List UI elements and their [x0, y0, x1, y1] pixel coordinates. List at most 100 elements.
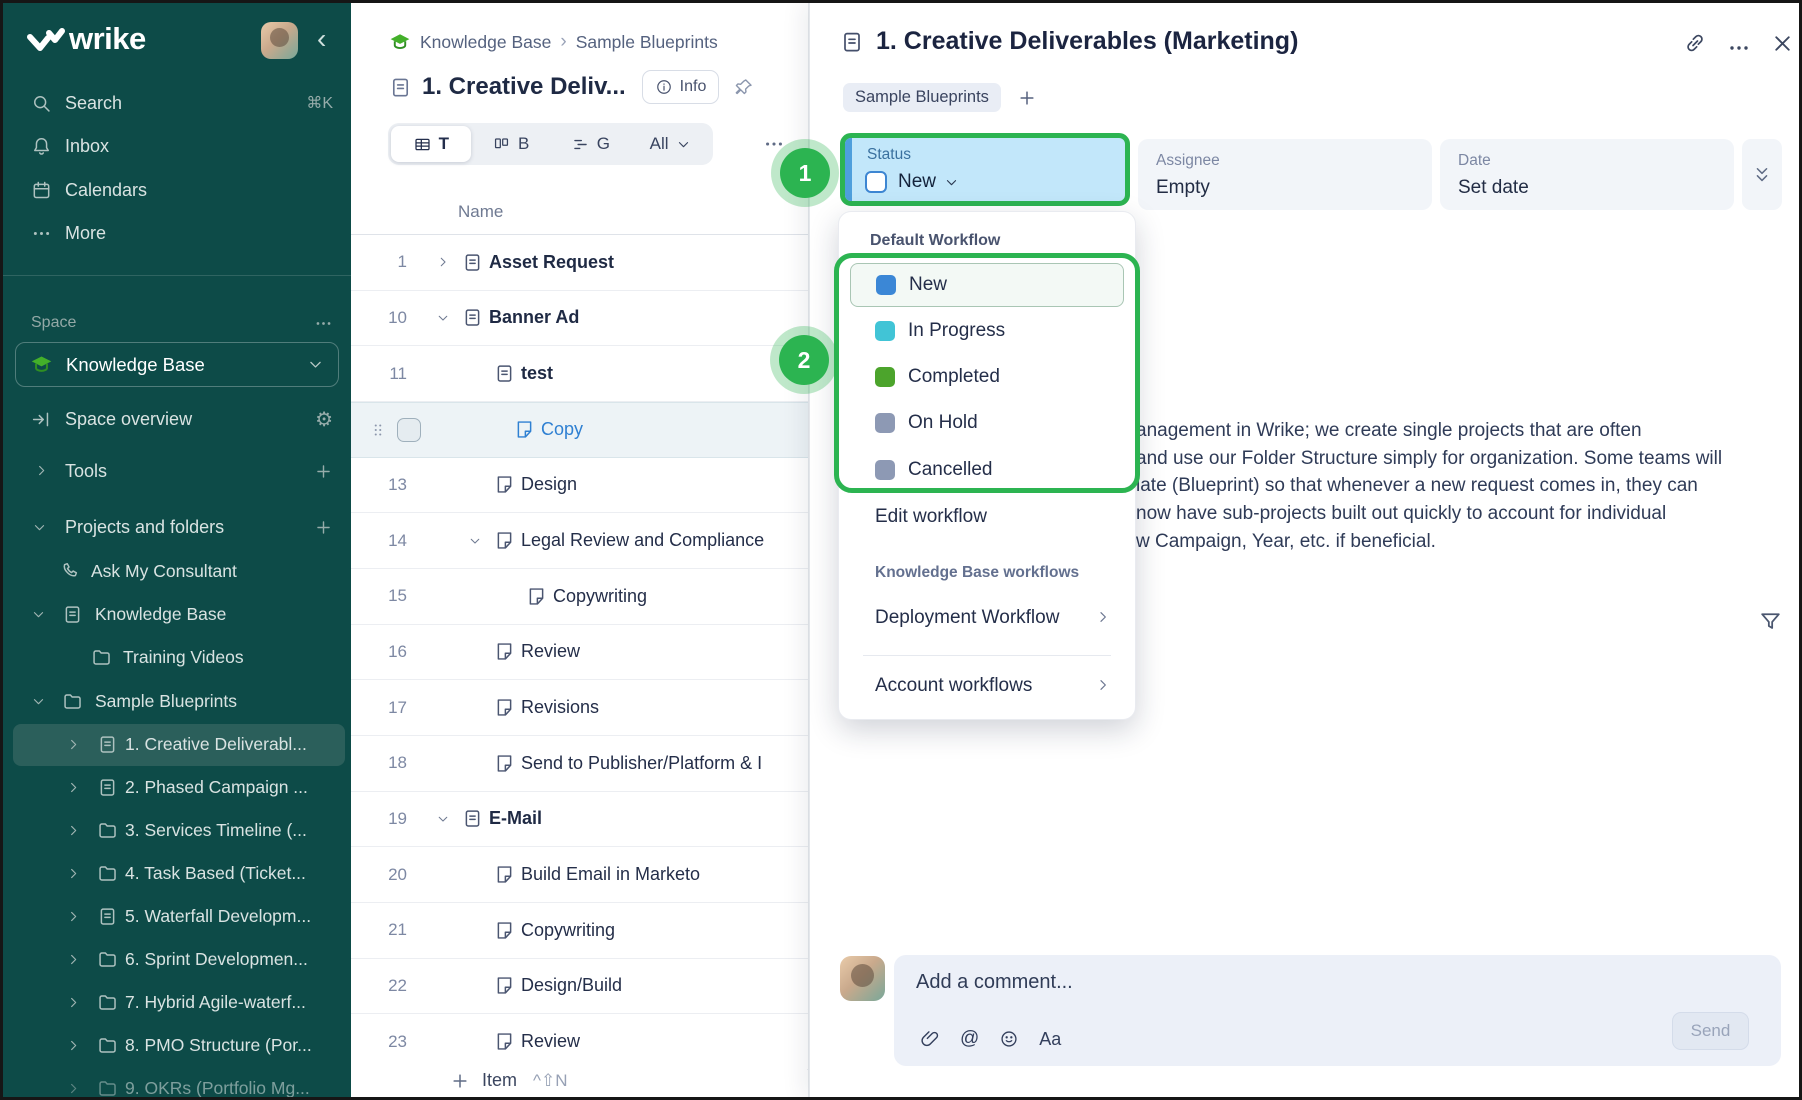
table-row[interactable]: 1 Asset Request: [351, 235, 808, 291]
tab-board-view[interactable]: B: [471, 126, 551, 162]
breadcrumb-root[interactable]: Knowledge Base: [420, 32, 551, 53]
space-menu-icon[interactable]: [314, 314, 333, 333]
sidebar-item-inbox[interactable]: Inbox: [3, 126, 351, 166]
filter-icon[interactable]: [1758, 609, 1783, 634]
close-icon[interactable]: [1770, 31, 1795, 56]
add-item-button[interactable]: Item ^⇧N: [351, 1061, 807, 1100]
tab-gantt-view[interactable]: G: [551, 126, 631, 162]
assignee-field[interactable]: Assignee Empty: [1138, 139, 1432, 210]
emoji-icon[interactable]: [999, 1029, 1019, 1049]
add-tag-icon[interactable]: [1017, 88, 1037, 108]
sidebar-item-training-videos[interactable]: Training Videos: [3, 637, 351, 679]
comment-input[interactable]: Add a comment... @ Aa Send: [894, 955, 1781, 1066]
comment-user-avatar: [840, 956, 885, 1001]
table-row[interactable]: 16 Review: [351, 625, 808, 681]
table-row[interactable]: 13 Design: [351, 458, 808, 514]
pin-icon[interactable]: [733, 77, 754, 98]
double-chevron-down-icon: [1752, 165, 1772, 185]
sidebar-item-blueprint-4[interactable]: 4. Task Based (Ticket...: [13, 853, 345, 895]
notebook-icon: [97, 906, 118, 927]
status-field[interactable]: Status New: [840, 133, 1130, 206]
status-option-cancelled[interactable]: Cancelled: [850, 448, 1124, 492]
chevron-right-icon: [66, 737, 81, 752]
sidebar-item-blueprint-2[interactable]: 2. Phased Campaign ...: [13, 767, 345, 809]
more-icon[interactable]: [1727, 36, 1751, 60]
sidebar-item-blueprint-3[interactable]: 3. Services Timeline (...: [13, 810, 345, 852]
chevron-down-icon: [944, 175, 959, 190]
table-row[interactable]: 18 Send to Publisher/Platform & I: [351, 736, 808, 792]
filter-all-dropdown[interactable]: All: [630, 126, 710, 162]
table-row[interactable]: 21 Copywriting: [351, 903, 808, 959]
breadcrumb-current[interactable]: Sample Blueprints: [576, 32, 718, 53]
add-project-icon[interactable]: [314, 518, 333, 537]
chevron-down-icon[interactable]: [429, 311, 457, 325]
sidebar-item-blueprint-1[interactable]: 1. Creative Deliverabl...: [13, 724, 345, 766]
sidebar-item-calendars[interactable]: Calendars: [3, 170, 351, 210]
task-icon: [489, 864, 519, 885]
status-checkbox[interactable]: [865, 171, 887, 193]
space-selector[interactable]: Knowledge Base: [15, 342, 339, 387]
info-button[interactable]: Info: [642, 70, 720, 104]
drag-handle-icon[interactable]: [369, 420, 389, 440]
sidebar-item-blueprint-5[interactable]: 5. Waterfall Developm...: [13, 896, 345, 938]
sidebar-item-sample-blueprints[interactable]: Sample Blueprints: [3, 681, 351, 723]
table-row[interactable]: 15 Copywriting: [351, 569, 808, 625]
gear-icon[interactable]: ⚙: [315, 407, 333, 432]
sidebar-item-knowledge-base-folder[interactable]: Knowledge Base: [3, 594, 351, 636]
sidebar-item-blueprint-6[interactable]: 6. Sprint Developmen...: [13, 939, 345, 981]
table-row-selected[interactable]: Copy: [351, 402, 808, 458]
column-name[interactable]: Name: [458, 202, 503, 222]
task-icon: [489, 920, 519, 941]
sidebar-item-ask-my-consultant[interactable]: Ask My Consultant: [3, 551, 351, 593]
send-button[interactable]: Send: [1672, 1012, 1749, 1050]
table-row[interactable]: 22 Design/Build: [351, 959, 808, 1015]
folder-icon: [97, 1078, 118, 1099]
sidebar-item-projects-folders[interactable]: Projects and folders: [3, 507, 351, 547]
sidebar-item-blueprint-9[interactable]: 9. OKRs (Portfolio Mg...: [13, 1068, 345, 1100]
tab-table-view[interactable]: T: [391, 126, 471, 162]
table-row[interactable]: 10 Banner Ad: [351, 291, 808, 347]
app-window: wrike ‹ Search ⌘K Inbox Calendars More S…: [0, 0, 1802, 1100]
sidebar-collapse-icon[interactable]: ‹: [317, 23, 326, 55]
link-icon[interactable]: [1683, 31, 1707, 55]
sidebar-item-search[interactable]: Search ⌘K: [3, 83, 351, 123]
status-option-in-progress[interactable]: In Progress: [850, 309, 1124, 353]
table-row[interactable]: 20 Build Email in Marketo: [351, 847, 808, 903]
status-option-on-hold[interactable]: On Hold: [850, 401, 1124, 445]
table-header: Name: [351, 193, 808, 235]
table-row[interactable]: 19 E-Mail: [351, 792, 808, 848]
deployment-workflow-item[interactable]: Deployment Workflow: [875, 607, 1059, 629]
tag-sample-blueprints[interactable]: Sample Blueprints: [843, 83, 1001, 112]
sidebar-item-space-overview[interactable]: Space overview ⚙: [3, 399, 351, 439]
task-icon: [489, 530, 519, 551]
sidebar-item-more[interactable]: More: [3, 213, 351, 253]
format-icon[interactable]: Aa: [1039, 1029, 1061, 1050]
status-accent-bar: [845, 138, 852, 201]
user-avatar[interactable]: [261, 22, 298, 59]
status-option-new[interactable]: New: [850, 263, 1124, 307]
item-description[interactable]: anagement in Wrike; we create single pro…: [1136, 417, 1776, 556]
sidebar-item-tools[interactable]: Tools: [3, 451, 351, 491]
wrike-logo-icon[interactable]: [27, 27, 65, 55]
chevron-right-icon[interactable]: [429, 255, 457, 269]
task-icon: [489, 697, 519, 718]
add-tool-icon[interactable]: [314, 462, 333, 481]
mention-icon[interactable]: @: [960, 1028, 979, 1050]
page-title: 1. Creative Deliv...: [422, 73, 626, 101]
row-checkbox[interactable]: [397, 418, 421, 442]
account-workflows-item[interactable]: Account workflows: [875, 675, 1032, 697]
status-option-completed[interactable]: Completed: [850, 355, 1124, 399]
sidebar-item-blueprint-8[interactable]: 8. PMO Structure (Por...: [13, 1025, 345, 1067]
dropdown-section-default: Default Workflow: [870, 232, 1000, 250]
edit-workflow-link[interactable]: Edit workflow: [875, 506, 987, 528]
sidebar-item-blueprint-7[interactable]: 7. Hybrid Agile-waterf...: [13, 982, 345, 1024]
table-row[interactable]: 14 Legal Review and Compliance: [351, 513, 808, 569]
table-row[interactable]: 17 Revisions: [351, 680, 808, 736]
attach-icon[interactable]: [920, 1029, 940, 1049]
chevron-down-icon[interactable]: [429, 812, 457, 826]
date-field[interactable]: Date Set date: [1440, 139, 1734, 210]
expand-fields-button[interactable]: [1742, 139, 1782, 210]
toolbar-more-icon[interactable]: [763, 133, 785, 155]
chevron-down-icon[interactable]: [461, 534, 489, 548]
table-row[interactable]: 11 test: [351, 346, 808, 402]
